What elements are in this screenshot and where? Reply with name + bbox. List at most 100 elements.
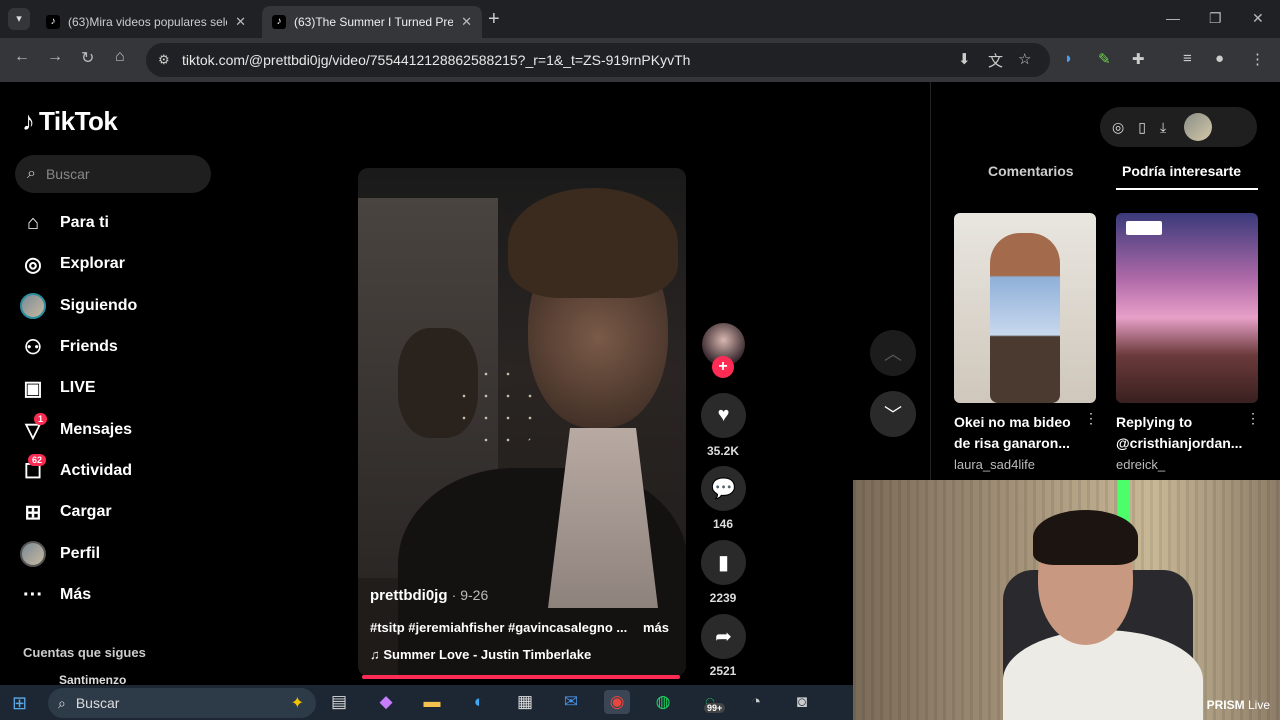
sidebar-item-para-ti[interactable]: ⌂ Para ti <box>20 210 109 236</box>
media-control-icon[interactable]: ≡ <box>1183 50 1192 67</box>
browser-menu-icon[interactable]: ⋮ <box>1250 50 1265 68</box>
bookmark-icon: ▮ <box>717 552 729 574</box>
sidebar-item-siguiendo[interactable]: Siguiendo <box>20 293 137 319</box>
video-author[interactable]: prettbdi0jg · 9-26 <box>370 587 488 604</box>
install-app-icon[interactable]: ⬇ <box>958 50 971 68</box>
tab-search-button[interactable]: ▾ <box>8 8 30 30</box>
more-icon: ··· <box>23 583 43 606</box>
close-window-icon[interactable]: ✕ <box>1252 10 1264 27</box>
device-icon[interactable]: ▯ <box>1138 119 1146 136</box>
edge-icon[interactable]: ◐ <box>466 690 492 714</box>
store-icon[interactable]: ▦ <box>512 690 538 714</box>
recommended-video-thumbnail[interactable] <box>954 213 1096 403</box>
like-button[interactable]: ♥ <box>701 393 746 438</box>
whatsapp-badge: 99+ <box>704 703 726 713</box>
follow-plus-button[interactable]: + <box>712 356 734 378</box>
more-options-icon[interactable]: ⋮ <box>1084 410 1098 427</box>
chevron-up-icon: ︿ <box>884 344 902 364</box>
sidebar-item-mensajes[interactable]: ▽ 1 Mensajes <box>20 413 132 443</box>
sidebar-item-mas[interactable]: ··· Más <box>20 582 91 608</box>
tiktok-icon: ♪ <box>272 15 286 29</box>
close-tab-icon[interactable]: ✕ <box>461 14 472 30</box>
close-tab-icon[interactable]: ✕ <box>235 14 246 30</box>
video-frame-lights <box>453 363 543 453</box>
followed-accounts-title: Cuentas que sigues <box>23 645 146 660</box>
profile-icon[interactable]: ● <box>1215 50 1224 67</box>
tiktok-note-icon: ♪ <box>22 106 35 136</box>
extensions-icon[interactable]: ✚ <box>1132 50 1145 68</box>
bookmark-star-icon[interactable]: ☆ <box>1018 50 1031 68</box>
task-view-icon[interactable]: ▤ <box>326 690 352 714</box>
activity-icon: ☐ 62 <box>20 454 47 484</box>
recommended-video-author[interactable]: edreick_ <box>1116 457 1165 472</box>
save-button[interactable]: ▮ <box>701 540 746 585</box>
tab-comentarios[interactable]: Comentarios <box>988 163 1074 179</box>
more-link[interactable]: más <box>643 620 669 635</box>
video-progress-bar[interactable] <box>362 675 680 679</box>
tab-podria-interesarte[interactable]: Podría interesarte <box>1122 163 1241 179</box>
extension-audio-icon[interactable]: ◗ <box>1064 50 1073 67</box>
recommended-video-title[interactable]: Okei no ma bideo de risa ganaron... <box>954 412 1074 454</box>
tab-title: (63)The Summer I Turned Pretty <box>294 15 454 29</box>
extension-green-icon[interactable]: ✎ <box>1098 50 1111 68</box>
translate-icon[interactable]: 文 <box>988 50 1003 71</box>
user-avatar[interactable] <box>1184 113 1213 141</box>
more-options-icon[interactable]: ⋮ <box>1246 410 1260 427</box>
search-placeholder: Buscar <box>45 166 90 182</box>
search-icon: ⌕ <box>58 694 66 711</box>
recording-app-icon[interactable]: ◔ <box>743 690 769 714</box>
compass-icon[interactable]: ◎ <box>1112 119 1124 136</box>
activity-badge: 62 <box>28 454 47 466</box>
tiktok-logo[interactable]: ♪ TikTok <box>22 106 118 137</box>
sidebar-item-friends[interactable]: ⚇ Friends <box>20 334 118 360</box>
sidebar-item-cargar[interactable]: ⊞ Cargar <box>20 499 112 525</box>
previous-video-button[interactable]: ︿ <box>870 330 916 376</box>
copilot-sparkle-icon: ✦ <box>290 695 304 712</box>
address-bar[interactable]: ⚙ tiktok.com/@prettbdi0jg/video/75544121… <box>146 43 1050 77</box>
copilot-icon[interactable]: ◆ <box>373 690 399 714</box>
browser-tab-1[interactable]: ♪ (63)Mira videos populares selecci ✕ <box>36 6 256 38</box>
compass-icon: ◎ <box>24 253 42 276</box>
live-icon: ▣ <box>23 377 43 400</box>
reload-icon[interactable]: ↻ <box>81 48 94 68</box>
share-button[interactable]: ➦ <box>701 614 746 659</box>
sidebar-item-actividad[interactable]: ☐ 62 Actividad <box>20 454 132 484</box>
new-tab-button[interactable]: + <box>488 8 500 31</box>
next-video-button[interactable]: ﹀ <box>870 391 916 437</box>
comment-button[interactable]: 💬 <box>701 466 746 511</box>
file-explorer-icon[interactable]: ▬ <box>419 690 445 714</box>
site-info-icon[interactable]: ⚙ <box>158 52 170 68</box>
profile-avatar-icon <box>20 541 46 567</box>
video-music[interactable]: ♫ Summer Love - Justin Timberlake <box>370 647 591 662</box>
download-icon[interactable]: ⤓ <box>1160 119 1166 136</box>
spotify-icon[interactable]: ◍ <box>650 690 676 714</box>
sidebar-item-perfil[interactable]: Perfil <box>20 541 100 567</box>
sidebar-item-explorar[interactable]: ◎ Explorar <box>20 251 125 277</box>
restore-icon[interactable]: ❐ <box>1209 10 1222 27</box>
tab-title: (63)Mira videos populares selecci <box>68 15 227 29</box>
obs-icon[interactable]: ◙ <box>789 690 815 714</box>
back-icon[interactable]: ← <box>14 48 30 66</box>
windows-start-icon[interactable]: ⊞ <box>12 693 27 714</box>
recommended-video-author[interactable]: laura_sad4life <box>954 457 1035 472</box>
thumbnail-label <box>1126 221 1162 235</box>
minimize-icon[interactable]: — <box>1166 10 1180 26</box>
taskbar-search[interactable]: ⌕ Buscar ✦ <box>48 688 316 718</box>
windows-taskbar: ⊞ ⌕ Buscar ✦ ▤ ◆ ▬ ◐ ▦ ✉ ◉ ◍ ◌ ◔ ◙ <box>0 685 853 720</box>
sidebar-item-live[interactable]: ▣ LIVE <box>20 375 96 401</box>
mail-icon[interactable]: ✉ <box>558 690 584 714</box>
recommended-video-thumbnail[interactable] <box>1116 213 1258 403</box>
recommended-video-title[interactable]: Replying to @cristhianjordan... <box>1116 412 1242 454</box>
webcam-overlay: PRISM Live <box>853 480 1280 720</box>
url-text: tiktok.com/@prettbdi0jg/video/7554412128… <box>182 52 691 68</box>
search-input[interactable]: ⌕ Buscar <box>15 155 211 193</box>
share-icon: ➦ <box>715 626 732 648</box>
browser-tab-2[interactable]: ♪ (63)The Summer I Turned Pretty ✕ <box>262 6 482 38</box>
video-hashtags[interactable]: #tsitp #jeremiahfisher #gavincasalegno .… <box>370 620 627 635</box>
following-avatar-icon <box>20 293 46 319</box>
thumbnail-figure <box>990 233 1060 403</box>
comment-count: 146 <box>712 517 734 531</box>
home-icon[interactable]: ⌂ <box>115 48 125 66</box>
chrome-icon[interactable]: ◉ <box>604 690 630 714</box>
forward-icon[interactable]: → <box>47 48 63 66</box>
